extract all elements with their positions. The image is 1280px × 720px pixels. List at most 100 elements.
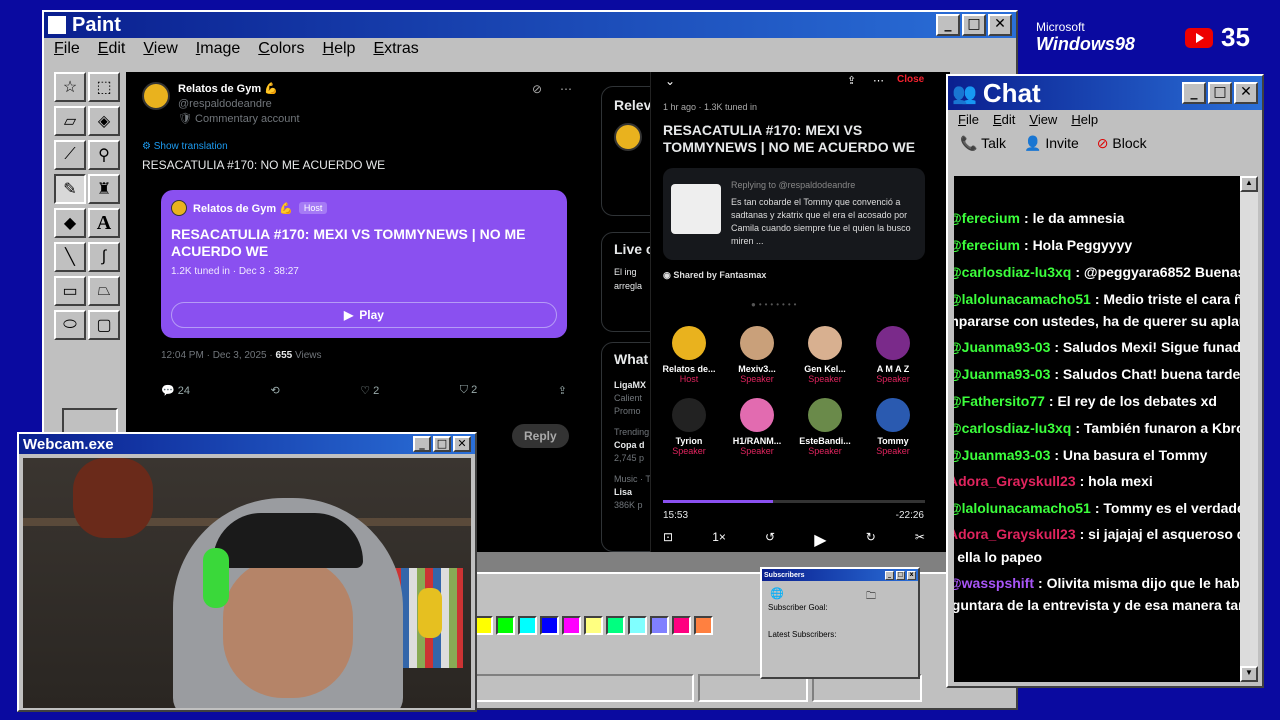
menu-image[interactable]: Image — [196, 40, 240, 58]
post-handle[interactable]: @respaldodeandre — [178, 97, 300, 112]
menu-extras[interactable]: Extras — [373, 40, 418, 58]
show-translation-link[interactable]: ⚙ Show translation — [142, 141, 572, 152]
rectangle-icon[interactable]: ▭ — [54, 276, 86, 306]
share-space-icon[interactable]: ⇪ — [847, 74, 856, 87]
speaker-tile[interactable]: Mexiv3... Speaker — [723, 326, 791, 384]
swatch-cyan[interactable] — [518, 616, 537, 635]
chat-menu-file[interactable]: File — [958, 112, 979, 127]
clip-icon[interactable]: ✂ — [915, 530, 925, 550]
webcam-close-button[interactable]: ✕ — [453, 436, 471, 452]
chat-titlebar[interactable]: 👥 Chat _ □ ✕ — [948, 76, 1262, 110]
menu-edit[interactable]: Edit — [98, 40, 126, 58]
chat-maximize-button[interactable]: □ — [1208, 82, 1232, 104]
menu-help[interactable]: Help — [323, 40, 356, 58]
swatch-green[interactable] — [496, 616, 515, 635]
minimize-button[interactable]: _ — [936, 14, 960, 36]
maximize-button[interactable]: □ — [962, 14, 986, 36]
curve-icon[interactable]: ∫ — [88, 242, 120, 272]
eraser-icon[interactable]: ▱ — [54, 106, 86, 136]
chat-minimize-button[interactable]: _ — [1182, 82, 1206, 104]
repost-icon[interactable]: ⟲ — [271, 384, 280, 397]
subs-minimize-button[interactable]: _ — [885, 570, 894, 580]
swatch-pink[interactable] — [672, 616, 691, 635]
speaker-tile[interactable]: EsteBandi... Speaker — [791, 398, 859, 456]
chat-scrollbar[interactable]: ▲ ▼ — [1240, 176, 1258, 682]
close-space-button[interactable]: Close — [897, 74, 924, 85]
webcam-maximize-button[interactable]: □ — [433, 436, 451, 452]
swatch-light-yellow[interactable] — [584, 616, 603, 635]
chat-menu-view[interactable]: View — [1029, 112, 1057, 127]
speaker-tile[interactable]: Tyrion Speaker — [655, 398, 723, 456]
chat-username[interactable]: @carlosdiaz-lu3xq — [954, 264, 1071, 280]
webcam-minimize-button[interactable]: _ — [413, 436, 431, 452]
swatch-orange[interactable] — [694, 616, 713, 635]
more-icon[interactable]: ⋯ — [560, 82, 572, 96]
speaker-tile[interactable]: Gen Kel... Speaker — [791, 326, 859, 384]
close-button[interactable]: ✕ — [988, 14, 1012, 36]
chat-username[interactable]: @Fathersito77 — [954, 393, 1045, 409]
relevant-avatar[interactable] — [614, 123, 642, 151]
chat-username[interactable]: @carlosdiaz-lu3xq — [954, 420, 1071, 436]
menu-colors[interactable]: Colors — [258, 40, 304, 58]
magnifier-icon[interactable]: ⚲ — [88, 140, 120, 170]
chat-username[interactable]: @Juanma93-03 — [954, 366, 1050, 382]
line-icon[interactable]: ╲ — [54, 242, 86, 272]
talk-button[interactable]: 📞 Talk — [960, 135, 1006, 152]
chat-username[interactable]: @ferecium — [954, 237, 1020, 253]
chat-username[interactable]: Adora_Grayskull23 — [954, 526, 1076, 542]
post-author[interactable]: Relatos de Gym 💪 — [178, 82, 300, 97]
chat-menu-help[interactable]: Help — [1071, 112, 1098, 127]
chat-username[interactable]: @Juanma93-03 — [954, 447, 1050, 463]
rect-select-icon[interactable]: ⬚ — [88, 72, 120, 102]
eyedropper-icon[interactable]: ⟋ — [54, 140, 86, 170]
space-more-icon[interactable]: ⋯ — [873, 74, 884, 87]
chat-username[interactable]: @wasspshift — [954, 575, 1034, 591]
shared-reply[interactable]: Replying to @respaldodeandre Es tan coba… — [663, 168, 925, 260]
speed-button[interactable]: 1× — [712, 530, 726, 550]
chat-menu-edit[interactable]: Edit — [993, 112, 1015, 127]
chat-username[interactable]: @lalolunacamacho51 — [954, 291, 1091, 307]
block-button[interactable]: ⊘ Block — [1097, 135, 1147, 152]
playback-progress[interactable] — [663, 500, 925, 503]
pencil-icon[interactable]: ✎ — [54, 174, 86, 204]
like-action[interactable]: ♡ 2 — [360, 384, 379, 397]
speaker-tile[interactable]: A M A Z Speaker — [859, 326, 927, 384]
swatch-light-blue[interactable] — [650, 616, 669, 635]
play-pause-icon[interactable]: ▶ — [814, 530, 826, 550]
free-select-icon[interactable]: ☆ — [54, 72, 86, 102]
airbrush-icon[interactable]: ◆ — [54, 208, 86, 238]
polygon-icon[interactable]: ⏢ — [88, 276, 120, 306]
chat-username[interactable]: @lalolunacamacho51 — [954, 500, 1091, 516]
swatch-spring-green[interactable] — [606, 616, 625, 635]
brush-icon[interactable]: ♜ — [88, 174, 120, 204]
share-icon[interactable]: ⇪ — [558, 384, 567, 397]
forward-icon[interactable]: ↻ — [866, 530, 876, 550]
swatch-magenta[interactable] — [562, 616, 581, 635]
scroll-down-icon[interactable]: ▼ — [1240, 666, 1258, 682]
ellipse-icon[interactable]: ⬭ — [54, 310, 86, 340]
subs-maximize-button[interactable]: □ — [896, 570, 905, 580]
invite-button[interactable]: 👤 Invite — [1024, 135, 1079, 152]
paint-titlebar[interactable]: Paint _ □ ✕ — [44, 12, 1016, 38]
reply-action[interactable]: 💬 24 — [161, 384, 190, 397]
fill-icon[interactable]: ◈ — [88, 106, 120, 136]
swatch-light-cyan[interactable] — [628, 616, 647, 635]
grok-icon[interactable]: ⊘ — [532, 82, 542, 96]
captions-icon[interactable]: ⊡ — [663, 530, 673, 550]
swatch-blue[interactable] — [540, 616, 559, 635]
speaker-tile[interactable]: Relatos de... Host — [655, 326, 723, 384]
space-card[interactable]: Relatos de Gym 💪 Host RESACATULIA #170: … — [161, 190, 567, 338]
chat-username[interactable]: Adora_Grayskull23 — [954, 473, 1076, 489]
menu-view[interactable]: View — [143, 40, 177, 58]
chat-username[interactable]: @Juanma93-03 — [954, 339, 1050, 355]
reply-button[interactable]: Reply — [512, 424, 569, 448]
speaker-tile[interactable]: Tommy Speaker — [859, 398, 927, 456]
bookmark-action[interactable]: ⛉ 2 — [460, 384, 477, 397]
play-button[interactable]: ▶ Play — [171, 302, 557, 328]
speaker-tile[interactable]: H1/RANM... Speaker — [723, 398, 791, 456]
subs-close-button[interactable]: x — [907, 570, 916, 580]
rounded-rect-icon[interactable]: ▢ — [88, 310, 120, 340]
scroll-up-icon[interactable]: ▲ — [1240, 176, 1258, 192]
collapse-icon[interactable]: ⌄ — [665, 74, 675, 88]
menu-file[interactable]: File — [54, 40, 80, 58]
